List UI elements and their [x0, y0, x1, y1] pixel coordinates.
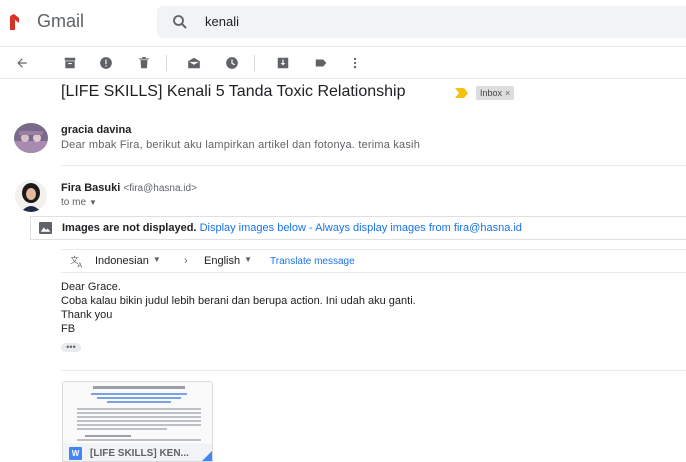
translate-bar: 文 A Indonesian ▼ › English ▼ Translate m… — [61, 249, 686, 273]
chevron-down-icon: ▼ — [152, 255, 161, 264]
body-line: FB — [61, 323, 76, 335]
trash-icon[interactable] — [136, 55, 152, 71]
attachments-divider — [61, 370, 686, 371]
attachment-footer: W [LIFE SKILLS] KEN... — [63, 443, 212, 461]
message-snippet[interactable]: Dear mbak Fira, berikut aku lampirkan ar… — [61, 139, 420, 151]
search-bar[interactable]: kenali — [157, 6, 686, 38]
arrow-left-icon[interactable] — [14, 55, 30, 71]
email-subject: [LIFE SKILLS] Kenali 5 Tanda Toxic Relat… — [61, 83, 406, 100]
images-notice-text: Images are not displayed. — [62, 222, 197, 234]
avatar — [14, 123, 48, 153]
message-divider — [61, 165, 686, 166]
gmail-logo-icon — [10, 13, 19, 30]
clock-icon[interactable] — [224, 55, 240, 71]
images-notice-bar: Images are not displayed. Display images… — [30, 216, 686, 240]
sender-line: Fira Basuki <fira@hasna.id> — [61, 182, 197, 194]
svg-text:A: A — [77, 261, 82, 268]
attachment-card[interactable]: W [LIFE SKILLS] KEN... — [62, 381, 213, 462]
attachment-preview — [63, 382, 212, 442]
translate-message-link[interactable]: Translate message — [270, 256, 355, 267]
attachment-name: [LIFE SKILLS] KEN... — [90, 448, 189, 459]
header-divider — [0, 46, 686, 47]
body-line: Coba kalau bikin judul lebih berani dan … — [61, 295, 416, 307]
sender-email: <fira@hasna.id> — [123, 183, 197, 194]
toolbar-separator — [254, 55, 255, 71]
body-line: Dear Grace. — [61, 281, 121, 293]
inbox-label-chip[interactable]: Inbox × — [476, 86, 515, 100]
label-icon[interactable] — [313, 55, 329, 71]
more-vert-icon[interactable] — [347, 55, 363, 71]
image-icon — [39, 222, 52, 234]
search-input[interactable]: kenali — [205, 14, 239, 29]
recipient-text: to me — [61, 197, 87, 208]
search-icon[interactable] — [171, 13, 189, 31]
source-language: Indonesian — [95, 255, 149, 267]
message-toolbar — [0, 48, 686, 78]
target-language-select[interactable]: English ▼ — [204, 255, 252, 267]
chevron-down-icon: ▼ — [244, 255, 252, 264]
gmail-logo[interactable]: Gmail — [10, 11, 84, 32]
target-language: English — [204, 255, 241, 267]
message-body: Dear Grace. Coba kalau bikin judul lebih… — [61, 280, 416, 336]
toolbar-divider — [0, 78, 686, 79]
app-name: Gmail — [37, 11, 85, 31]
body-line: Thank you — [61, 309, 113, 321]
translate-icon: 文 A — [70, 255, 82, 268]
chevron-right-icon: › — [184, 255, 188, 267]
remove-label-icon[interactable]: × — [505, 88, 510, 98]
sender-name[interactable]: Fira Basuki — [61, 182, 120, 194]
show-trimmed-content-button[interactable]: ••• — [61, 343, 81, 352]
archive-icon[interactable] — [62, 55, 78, 71]
avatar — [15, 180, 47, 212]
source-language-select[interactable]: Indonesian ▼ — [95, 255, 161, 267]
sender-name[interactable]: gracia davina — [61, 124, 131, 136]
word-document-icon: W — [69, 447, 82, 460]
recipient-details[interactable]: to me ▼ — [61, 197, 97, 208]
chevron-down-icon[interactable]: ▼ — [89, 198, 97, 207]
attachment-corner-fold — [200, 449, 212, 461]
always-display-images-link[interactable]: Always display images from fira@hasna.id — [315, 222, 522, 234]
app-header: Gmail kenali — [0, 0, 686, 46]
mark-unread-icon[interactable] — [186, 55, 202, 71]
display-images-link[interactable]: Display images below — [200, 222, 306, 234]
images-link-separator: - — [305, 222, 316, 234]
report-spam-icon[interactable] — [98, 55, 114, 71]
move-to-icon[interactable] — [275, 55, 291, 71]
important-marker-icon[interactable] — [455, 88, 468, 98]
label-chip-text: Inbox — [480, 88, 503, 98]
toolbar-separator — [166, 55, 167, 71]
